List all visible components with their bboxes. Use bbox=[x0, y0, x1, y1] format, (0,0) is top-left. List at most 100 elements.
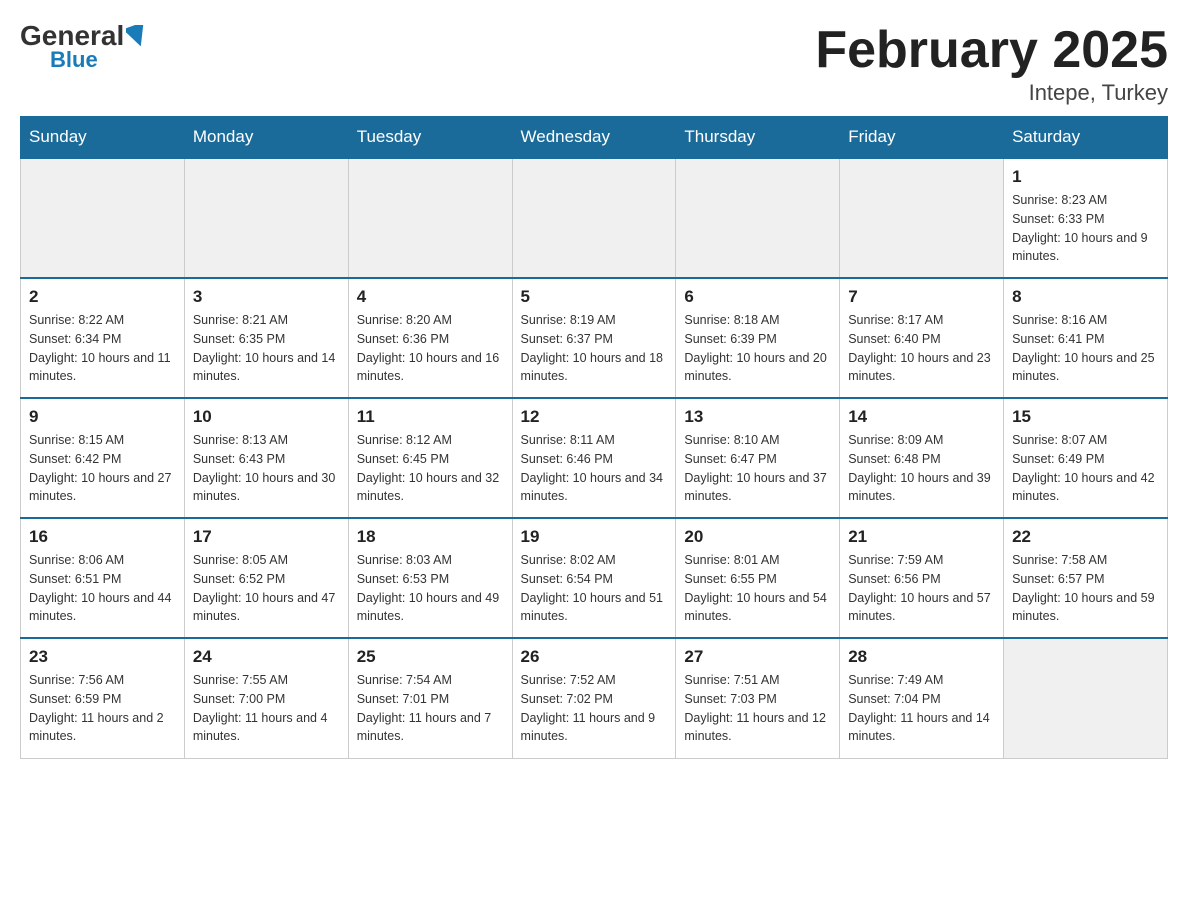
calendar-cell-w2d1: 2 Sunrise: 8:22 AM Sunset: 6:34 PM Daylig… bbox=[21, 278, 185, 398]
day-number: 4 bbox=[357, 287, 504, 307]
day-info: Sunrise: 7:51 AM Sunset: 7:03 PM Dayligh… bbox=[684, 671, 831, 746]
page-header: General Blue February 2025 Intepe, Turke… bbox=[20, 20, 1168, 106]
day-number: 16 bbox=[29, 527, 176, 547]
day-info: Sunrise: 8:16 AM Sunset: 6:41 PM Dayligh… bbox=[1012, 311, 1159, 386]
calendar-cell-w2d2: 3 Sunrise: 8:21 AM Sunset: 6:35 PM Daylig… bbox=[184, 278, 348, 398]
col-friday: Friday bbox=[840, 117, 1004, 159]
calendar-cell-w5d7 bbox=[1004, 638, 1168, 758]
day-number: 6 bbox=[684, 287, 831, 307]
day-number: 7 bbox=[848, 287, 995, 307]
day-info: Sunrise: 8:17 AM Sunset: 6:40 PM Dayligh… bbox=[848, 311, 995, 386]
calendar-cell-w2d3: 4 Sunrise: 8:20 AM Sunset: 6:36 PM Daylig… bbox=[348, 278, 512, 398]
day-info: Sunrise: 7:49 AM Sunset: 7:04 PM Dayligh… bbox=[848, 671, 995, 746]
calendar-cell-w4d1: 16Sunrise: 8:06 AM Sunset: 6:51 PM Dayli… bbox=[21, 518, 185, 638]
calendar-cell-w5d6: 28 Sunrise: 7:49 AM Sunset: 7:04 PM Dayli… bbox=[840, 638, 1004, 758]
day-info: Sunrise: 8:01 AM Sunset: 6:55 PM Dayligh… bbox=[684, 551, 831, 626]
calendar-cell-w5d2: 24 Sunrise: 7:55 AM Sunset: 7:00 PM Dayli… bbox=[184, 638, 348, 758]
calendar-cell-w5d1: 23 Sunrise: 7:56 AM Sunset: 6:59 PM Dayli… bbox=[21, 638, 185, 758]
day-info: Sunrise: 8:22 AM Sunset: 6:34 PM Dayligh… bbox=[29, 311, 176, 386]
day-number: 2 bbox=[29, 287, 176, 307]
calendar-cell-w2d6: 7 Sunrise: 8:17 AM Sunset: 6:40 PM Daylig… bbox=[840, 278, 1004, 398]
day-number: 25 bbox=[357, 647, 504, 667]
day-info: Sunrise: 7:55 AM Sunset: 7:00 PM Dayligh… bbox=[193, 671, 340, 746]
day-number: 19 bbox=[521, 527, 668, 547]
calendar-week-1: 1 Sunrise: 8:23 AM Sunset: 6:33 PM Daylig… bbox=[21, 158, 1168, 278]
day-number: 1 bbox=[1012, 167, 1159, 187]
day-number: 10 bbox=[193, 407, 340, 427]
day-number: 17 bbox=[193, 527, 340, 547]
day-number: 8 bbox=[1012, 287, 1159, 307]
day-info: Sunrise: 8:12 AM Sunset: 6:45 PM Dayligh… bbox=[357, 431, 504, 506]
calendar-cell-w5d5: 27 Sunrise: 7:51 AM Sunset: 7:03 PM Dayli… bbox=[676, 638, 840, 758]
calendar-week-5: 23 Sunrise: 7:56 AM Sunset: 6:59 PM Dayli… bbox=[21, 638, 1168, 758]
day-info: Sunrise: 8:15 AM Sunset: 6:42 PM Dayligh… bbox=[29, 431, 176, 506]
calendar-cell-w1d4 bbox=[512, 158, 676, 278]
day-info: Sunrise: 8:20 AM Sunset: 6:36 PM Dayligh… bbox=[357, 311, 504, 386]
calendar-cell-w2d7: 8 Sunrise: 8:16 AM Sunset: 6:41 PM Daylig… bbox=[1004, 278, 1168, 398]
month-title: February 2025 bbox=[815, 20, 1168, 80]
calendar-cell-w1d7: 1 Sunrise: 8:23 AM Sunset: 6:33 PM Daylig… bbox=[1004, 158, 1168, 278]
day-number: 23 bbox=[29, 647, 176, 667]
calendar-cell-w1d6 bbox=[840, 158, 1004, 278]
calendar-week-3: 9 Sunrise: 8:15 AM Sunset: 6:42 PM Daylig… bbox=[21, 398, 1168, 518]
calendar-cell-w2d4: 5Sunrise: 8:19 AM Sunset: 6:37 PM Daylig… bbox=[512, 278, 676, 398]
day-info: Sunrise: 8:19 AM Sunset: 6:37 PM Dayligh… bbox=[521, 311, 668, 386]
calendar-cell-w3d4: 12Sunrise: 8:11 AM Sunset: 6:46 PM Dayli… bbox=[512, 398, 676, 518]
logo: General Blue bbox=[20, 20, 148, 73]
calendar-cell-w3d6: 14Sunrise: 8:09 AM Sunset: 6:48 PM Dayli… bbox=[840, 398, 1004, 518]
day-info: Sunrise: 7:59 AM Sunset: 6:56 PM Dayligh… bbox=[848, 551, 995, 626]
calendar-cell-w3d2: 10 Sunrise: 8:13 AM Sunset: 6:43 PM Dayli… bbox=[184, 398, 348, 518]
day-info: Sunrise: 8:02 AM Sunset: 6:54 PM Dayligh… bbox=[521, 551, 668, 626]
calendar-cell-w3d3: 11Sunrise: 8:12 AM Sunset: 6:45 PM Dayli… bbox=[348, 398, 512, 518]
location-text: Intepe, Turkey bbox=[815, 80, 1168, 106]
day-info: Sunrise: 8:23 AM Sunset: 6:33 PM Dayligh… bbox=[1012, 191, 1159, 266]
calendar-cell-w3d5: 13 Sunrise: 8:10 AM Sunset: 6:47 PM Dayli… bbox=[676, 398, 840, 518]
calendar-cell-w4d5: 20 Sunrise: 8:01 AM Sunset: 6:55 PM Dayli… bbox=[676, 518, 840, 638]
day-number: 15 bbox=[1012, 407, 1159, 427]
calendar-cell-w5d4: 26 Sunrise: 7:52 AM Sunset: 7:02 PM Dayli… bbox=[512, 638, 676, 758]
calendar-cell-w4d2: 17Sunrise: 8:05 AM Sunset: 6:52 PM Dayli… bbox=[184, 518, 348, 638]
calendar-cell-w4d6: 21Sunrise: 7:59 AM Sunset: 6:56 PM Dayli… bbox=[840, 518, 1004, 638]
day-number: 3 bbox=[193, 287, 340, 307]
day-info: Sunrise: 7:54 AM Sunset: 7:01 PM Dayligh… bbox=[357, 671, 504, 746]
col-wednesday: Wednesday bbox=[512, 117, 676, 159]
day-number: 22 bbox=[1012, 527, 1159, 547]
logo-blue-text: Blue bbox=[50, 47, 98, 73]
day-info: Sunrise: 8:13 AM Sunset: 6:43 PM Dayligh… bbox=[193, 431, 340, 506]
day-number: 13 bbox=[684, 407, 831, 427]
day-info: Sunrise: 8:03 AM Sunset: 6:53 PM Dayligh… bbox=[357, 551, 504, 626]
day-info: Sunrise: 8:11 AM Sunset: 6:46 PM Dayligh… bbox=[521, 431, 668, 506]
calendar-cell-w5d3: 25 Sunrise: 7:54 AM Sunset: 7:01 PM Dayli… bbox=[348, 638, 512, 758]
day-info: Sunrise: 8:10 AM Sunset: 6:47 PM Dayligh… bbox=[684, 431, 831, 506]
calendar-cell-w3d1: 9 Sunrise: 8:15 AM Sunset: 6:42 PM Daylig… bbox=[21, 398, 185, 518]
logo-triangle-icon bbox=[126, 25, 148, 47]
calendar-cell-w1d5 bbox=[676, 158, 840, 278]
calendar-cell-w4d7: 22 Sunrise: 7:58 AM Sunset: 6:57 PM Dayli… bbox=[1004, 518, 1168, 638]
col-tuesday: Tuesday bbox=[348, 117, 512, 159]
day-info: Sunrise: 7:58 AM Sunset: 6:57 PM Dayligh… bbox=[1012, 551, 1159, 626]
day-info: Sunrise: 7:52 AM Sunset: 7:02 PM Dayligh… bbox=[521, 671, 668, 746]
col-sunday: Sunday bbox=[21, 117, 185, 159]
calendar-cell-w1d3 bbox=[348, 158, 512, 278]
day-number: 14 bbox=[848, 407, 995, 427]
day-number: 26 bbox=[521, 647, 668, 667]
calendar-cell-w4d4: 19 Sunrise: 8:02 AM Sunset: 6:54 PM Dayli… bbox=[512, 518, 676, 638]
calendar-cell-w3d7: 15Sunrise: 8:07 AM Sunset: 6:49 PM Dayli… bbox=[1004, 398, 1168, 518]
calendar-header-row: Sunday Monday Tuesday Wednesday Thursday… bbox=[21, 117, 1168, 159]
day-number: 18 bbox=[357, 527, 504, 547]
day-number: 20 bbox=[684, 527, 831, 547]
calendar-cell-w4d3: 18 Sunrise: 8:03 AM Sunset: 6:53 PM Dayli… bbox=[348, 518, 512, 638]
day-number: 24 bbox=[193, 647, 340, 667]
col-saturday: Saturday bbox=[1004, 117, 1168, 159]
calendar-cell-w2d5: 6 Sunrise: 8:18 AM Sunset: 6:39 PM Daylig… bbox=[676, 278, 840, 398]
col-thursday: Thursday bbox=[676, 117, 840, 159]
day-info: Sunrise: 7:56 AM Sunset: 6:59 PM Dayligh… bbox=[29, 671, 176, 746]
day-info: Sunrise: 8:21 AM Sunset: 6:35 PM Dayligh… bbox=[193, 311, 340, 386]
day-info: Sunrise: 8:18 AM Sunset: 6:39 PM Dayligh… bbox=[684, 311, 831, 386]
day-number: 9 bbox=[29, 407, 176, 427]
calendar-week-4: 16Sunrise: 8:06 AM Sunset: 6:51 PM Dayli… bbox=[21, 518, 1168, 638]
day-number: 28 bbox=[848, 647, 995, 667]
day-number: 27 bbox=[684, 647, 831, 667]
col-monday: Monday bbox=[184, 117, 348, 159]
calendar-cell-w1d2 bbox=[184, 158, 348, 278]
